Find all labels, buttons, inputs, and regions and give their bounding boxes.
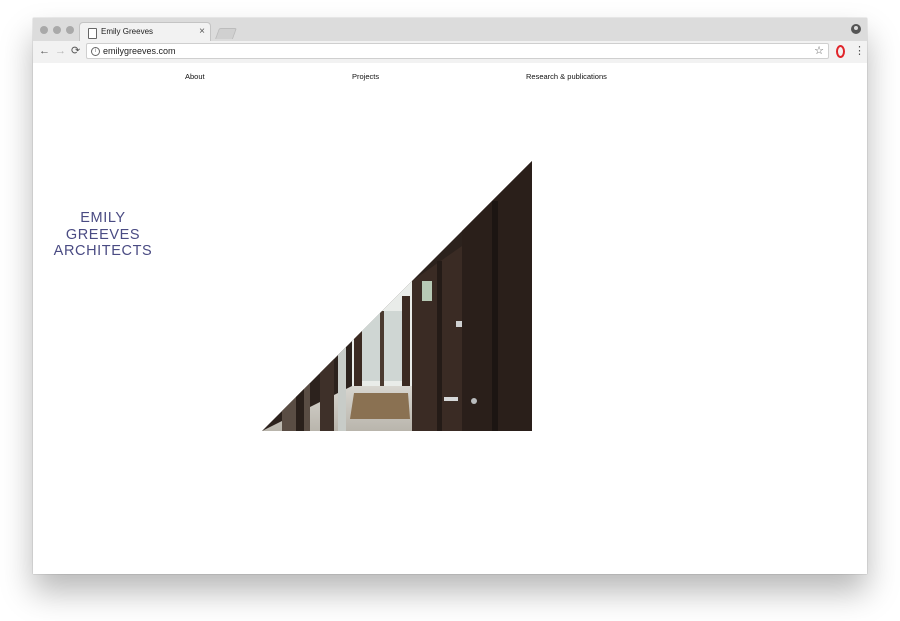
browser-tab[interactable]: Emily Greeves × [79, 22, 211, 42]
nav-about-link[interactable]: About [185, 72, 205, 81]
logo-line-1: EMILY [80, 210, 126, 226]
browser-toolbar: ← → ⟳ i emilygreeves.com ☆ ⋮ [33, 41, 867, 64]
star-icon[interactable]: ☆ [814, 44, 824, 58]
close-window-button[interactable] [40, 26, 48, 34]
reload-icon[interactable]: ⟳ [71, 44, 80, 58]
document-icon [88, 28, 97, 39]
new-tab-button[interactable] [214, 28, 238, 39]
nav-projects-link[interactable]: Projects [352, 72, 379, 81]
logo-line-2: GREEVES [65, 226, 141, 243]
hero-image [262, 161, 532, 431]
address-bar[interactable]: i emilygreeves.com ☆ [86, 43, 829, 59]
url-text[interactable]: emilygreeves.com [103, 46, 176, 56]
nav-research-link[interactable]: Research & publications [526, 72, 607, 81]
profile-icon[interactable] [851, 24, 861, 34]
tab-close-icon[interactable]: × [199, 25, 205, 39]
browser-window: Emily Greeves × ← → ⟳ i emilygreeves.com… [33, 18, 867, 574]
menu-icon[interactable]: ⋮ [854, 44, 865, 58]
back-arrow-icon[interactable]: ← [39, 44, 50, 58]
opera-icon[interactable] [836, 45, 845, 58]
forward-arrow-icon[interactable]: → [55, 44, 66, 58]
tab-strip: Emily Greeves × [33, 18, 867, 42]
info-icon[interactable]: i [91, 47, 100, 56]
tab-title: Emily Greeves [101, 27, 154, 36]
maximize-window-button[interactable] [66, 26, 74, 34]
logo-line-3: ARCHITECTS [53, 243, 153, 259]
web-page: About Projects Research & publications E… [33, 63, 867, 574]
minimize-window-button[interactable] [53, 26, 61, 34]
site-logo[interactable]: EMILY GREEVES ARCHITECTS [53, 210, 153, 260]
